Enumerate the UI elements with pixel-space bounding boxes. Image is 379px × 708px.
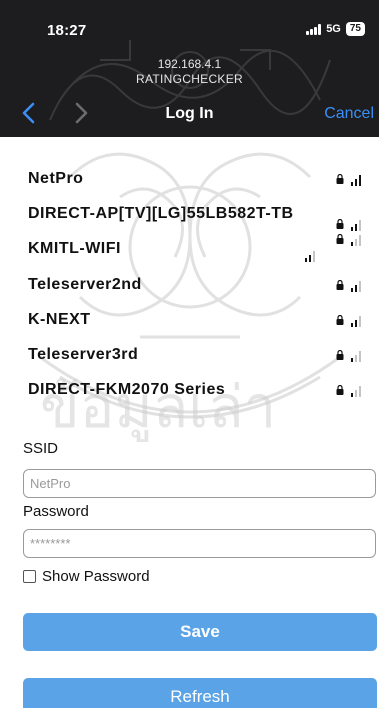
wifi-network-ssid: K-NEXT	[28, 311, 91, 328]
signal-strength-icon	[305, 251, 315, 262]
battery-level: 75	[345, 22, 365, 36]
signal-strength-icon	[351, 316, 361, 327]
signal-strength-icon	[351, 386, 361, 397]
wifi-network-item[interactable]: Teleserver3rd	[0, 338, 379, 372]
wifi-network-item[interactable]: KMITL-WIFI	[0, 232, 379, 266]
password-input[interactable]	[23, 529, 376, 558]
signal-strength-icon	[351, 351, 361, 362]
password-label: Password	[23, 503, 89, 520]
show-password-toggle[interactable]: Show Password	[23, 568, 150, 585]
wifi-network-item[interactable]: DIRECT-FKM2070 Series	[0, 373, 379, 407]
status-indicators: 5G 75	[306, 22, 365, 36]
page-title: Log In	[165, 105, 214, 122]
signal-strength-icon	[351, 281, 361, 292]
signal-strength-icon	[351, 235, 361, 246]
wifi-network-item[interactable]: K-NEXT	[0, 303, 379, 337]
wifi-network-item[interactable]: NetPro	[0, 162, 379, 196]
show-password-checkbox[interactable]	[23, 570, 36, 583]
lock-icon	[336, 280, 344, 290]
lock-icon	[336, 385, 344, 395]
wifi-network-ssid: NetPro	[28, 170, 84, 187]
show-password-label: Show Password	[42, 568, 150, 585]
network-type: 5G	[326, 23, 341, 35]
lock-icon	[336, 315, 344, 325]
ssid-label: SSID	[23, 440, 59, 457]
wifi-network-list: NetPro DIRECT-AP[TV][LG]55LB582T-TB KMITL-…	[0, 137, 379, 422]
signal-strength-icon	[351, 175, 361, 186]
wifi-network-ssid: Teleserver2nd	[28, 276, 142, 293]
captive-portal-header: 18:27 5G 75 192.168.4.1 RATINGCHECKER Lo…	[0, 0, 379, 137]
lock-icon	[336, 174, 344, 184]
lock-icon	[336, 234, 344, 244]
wifi-network-ssid: DIRECT-FKM2070 Series	[28, 381, 226, 398]
wifi-network-ssid: KMITL-WIFI	[28, 240, 121, 257]
signal-strength-icon	[351, 220, 361, 231]
lock-icon	[336, 219, 344, 229]
lock-icon	[336, 350, 344, 360]
wifi-network-ssid: Teleserver3rd	[28, 346, 139, 363]
cancel-button[interactable]: Cancel	[324, 105, 374, 123]
wifi-network-item[interactable]: Teleserver2nd	[0, 268, 379, 302]
save-button[interactable]: Save	[23, 613, 377, 651]
refresh-button[interactable]: Refresh	[23, 678, 377, 708]
status-time: 18:27	[47, 22, 87, 39]
host-ip-address: 192.168.4.1	[157, 57, 222, 71]
host-name: RATINGCHECKER	[135, 72, 244, 86]
cellular-signal-icon	[306, 23, 322, 35]
ssid-input[interactable]	[23, 469, 376, 498]
wifi-network-ssid: DIRECT-AP[TV][LG]55LB582T-TB	[28, 205, 294, 222]
wifi-network-item[interactable]: DIRECT-AP[TV][LG]55LB582T-TB	[0, 197, 379, 231]
